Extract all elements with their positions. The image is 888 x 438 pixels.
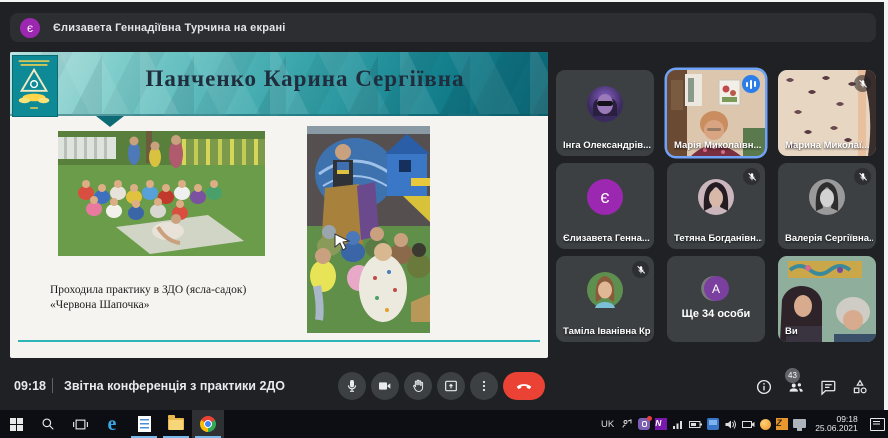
- shared-presentation[interactable]: Панченко Карина Сергіївна: [10, 52, 548, 358]
- overflow-avatars: А: [667, 276, 765, 301]
- tetiana-avatar: [698, 179, 734, 215]
- volume-icon[interactable]: [724, 419, 737, 430]
- slide-caption-line1: Проходила практику в ЗДО (ясла-садок): [50, 283, 246, 298]
- google-meet-window: є Єлизавета Геннадіївна Турчина на екран…: [0, 0, 888, 438]
- presenter-avatar: є: [20, 18, 40, 38]
- onenote-icon[interactable]: N: [655, 418, 667, 430]
- inga-avatar: [587, 86, 623, 122]
- participant-name: Марія Миколаївн...: [674, 140, 761, 151]
- slide-title: Панченко Карина Сергіївна: [68, 66, 542, 92]
- university-logo-icon: [12, 55, 58, 117]
- divider: [52, 378, 53, 393]
- viber-icon[interactable]: [638, 418, 650, 430]
- search-icon: [41, 417, 55, 431]
- mic-muted-icon: [854, 75, 871, 92]
- battery-icon[interactable]: [689, 420, 702, 429]
- slide-photo-playground: [307, 126, 430, 333]
- java-update-icon[interactable]: [760, 419, 771, 430]
- start-button[interactable]: [0, 410, 32, 438]
- slide-divider-line: [18, 340, 540, 342]
- present-button[interactable]: [437, 372, 465, 400]
- file-explorer-button[interactable]: [160, 410, 192, 438]
- participant-name: Таміла Іванівна Кр...: [563, 326, 651, 337]
- task-view-button[interactable]: [64, 410, 96, 438]
- more-participants-tile[interactable]: А Ще 34 особи: [667, 256, 765, 342]
- participant-name: Тетяна Богданівн...: [674, 233, 762, 244]
- windows-logo-icon: [10, 418, 23, 431]
- more-options-button[interactable]: [470, 372, 498, 400]
- system-tray: UK N Z 09:18 25.06.2021: [601, 410, 885, 438]
- camera-button[interactable]: [371, 372, 399, 400]
- taskbar-clock[interactable]: 09:18 25.06.2021: [815, 415, 858, 434]
- mic-muted-icon: [743, 168, 760, 185]
- edge-button[interactable]: e: [96, 410, 128, 438]
- meeting-details-button[interactable]: [755, 378, 773, 396]
- end-call-button[interactable]: [503, 372, 545, 400]
- participant-tile-tamila[interactable]: Таміла Іванівна Кр...: [556, 256, 654, 342]
- edge-icon: e: [108, 414, 117, 434]
- meeting-panel-icons: 43: [755, 378, 869, 396]
- task-view-icon: [73, 418, 88, 431]
- slide-caption-line2: «Червона Шапочка»: [50, 298, 246, 313]
- overflow-letter-avatar: А: [704, 276, 729, 301]
- slide-header-notch: [96, 116, 124, 127]
- mic-button[interactable]: [338, 372, 366, 400]
- language-indicator[interactable]: UK: [601, 419, 616, 430]
- document-icon: [138, 416, 151, 432]
- chrome-icon: [200, 416, 216, 432]
- participant-tile-valeriia[interactable]: Валерія Сергіївна...: [778, 163, 876, 249]
- self-label: Ви: [785, 326, 798, 337]
- slide-photo-children-lawn: [58, 131, 265, 256]
- participant-name: Марина Миколаї...: [785, 140, 869, 151]
- participant-tile-maria-active-speaker[interactable]: Марія Миколаївн...: [667, 70, 765, 156]
- connect-icon[interactable]: [621, 418, 633, 430]
- participants-button[interactable]: 43: [787, 378, 805, 396]
- participant-grid: Інга Олександрів... Марія Миколаївн.: [556, 70, 876, 342]
- activities-button[interactable]: [851, 378, 869, 396]
- word-document-button[interactable]: [128, 410, 160, 438]
- participant-tile-tetiana[interactable]: Тетяна Богданівн...: [667, 163, 765, 249]
- action-center-icon[interactable]: [870, 418, 885, 431]
- window-right-edge: [884, 2, 888, 410]
- z-app-icon[interactable]: Z: [776, 418, 788, 430]
- participant-tile-marina[interactable]: Марина Миколаї...: [778, 70, 876, 156]
- meeting-title: Звітна конференція з практики 2ДО: [64, 379, 285, 393]
- network-signal-icon[interactable]: [672, 419, 684, 430]
- folder-icon: [168, 418, 184, 430]
- video-device-icon[interactable]: [742, 420, 755, 429]
- mic-muted-icon: [632, 261, 649, 278]
- screen-share-text: Єлизавета Геннадіївна Турчина на екрані: [53, 22, 286, 34]
- presenter-avatar-letter: є: [27, 21, 33, 35]
- tamila-avatar: [587, 272, 623, 308]
- speaking-indicator-icon: [742, 75, 760, 93]
- chat-button[interactable]: [819, 378, 837, 396]
- raise-hand-button[interactable]: [404, 372, 432, 400]
- participant-count-badge: 43: [785, 368, 800, 383]
- monitor-icon[interactable]: [793, 419, 806, 428]
- letter-avatar: є: [587, 179, 623, 215]
- mic-muted-icon: [854, 168, 871, 185]
- participant-name: Єлизавета Генна...: [563, 233, 650, 244]
- search-button[interactable]: [32, 410, 64, 438]
- participant-name: Валерія Сергіївна...: [785, 233, 873, 244]
- screen-share-banner: є Єлизавета Геннадіївна Турчина на екран…: [10, 13, 876, 42]
- valeriia-avatar: [809, 179, 845, 215]
- participant-tile-yelyzaveta[interactable]: є Єлизавета Генна...: [556, 163, 654, 249]
- clock-date: 25.06.2021: [815, 424, 858, 434]
- slide-caption: Проходила практику в ЗДО (ясла-садок) «Ч…: [50, 283, 246, 313]
- self-view-tile[interactable]: Ви: [778, 256, 876, 342]
- windows-taskbar: e UK N Z 09:18 25.06.2021: [0, 410, 888, 438]
- chrome-button[interactable]: [192, 410, 224, 438]
- call-controls: [338, 372, 545, 400]
- participant-tile-inga[interactable]: Інга Олександрів...: [556, 70, 654, 156]
- participant-name: Інга Олександрів...: [563, 140, 651, 151]
- meeting-time: 09:18: [14, 379, 46, 393]
- more-participants-label: Ще 34 особи: [667, 308, 765, 320]
- display-settings-icon[interactable]: [707, 418, 719, 430]
- window-top-edge: [0, 0, 888, 2]
